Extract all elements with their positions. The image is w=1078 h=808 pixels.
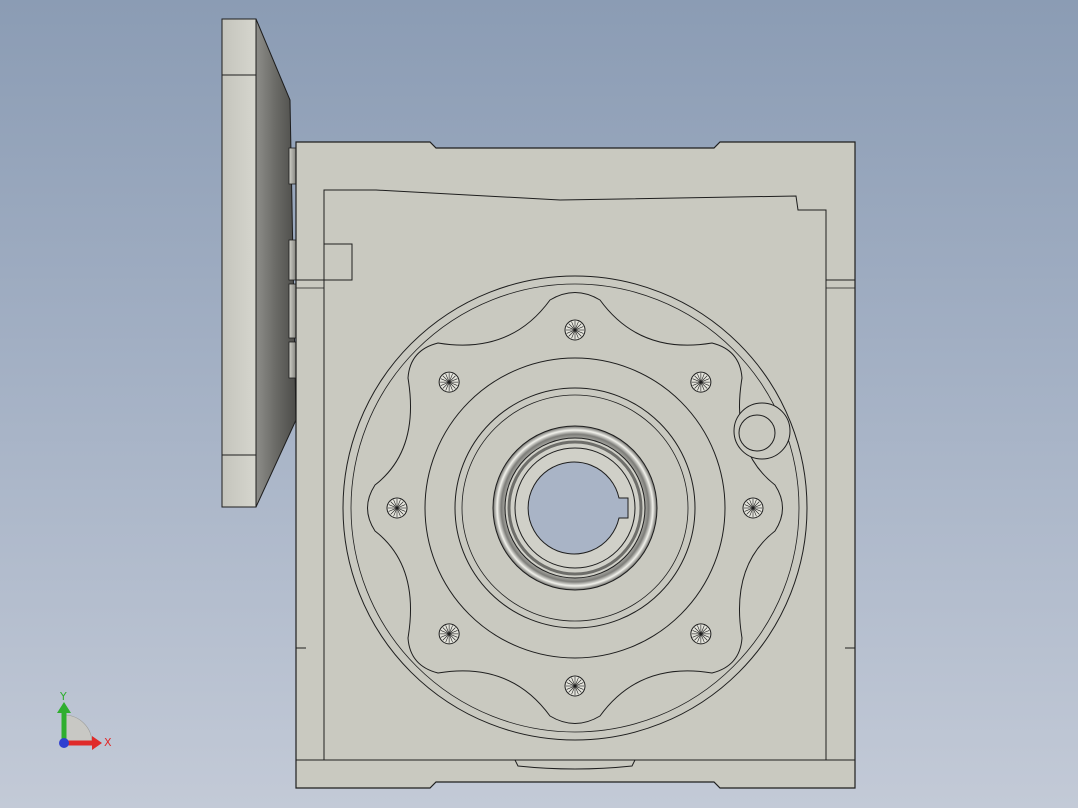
bolt-hole bbox=[690, 623, 712, 645]
bolt-hole bbox=[438, 371, 460, 393]
x-axis-label: X bbox=[104, 736, 112, 749]
bolt-hole bbox=[742, 497, 764, 519]
bolt-hole bbox=[690, 371, 712, 393]
bolt-hole bbox=[564, 675, 586, 697]
bolt-hole bbox=[386, 497, 408, 519]
coordinate-axes-icon[interactable]: Y X bbox=[57, 690, 112, 750]
gear-reducer-model[interactable]: Y X bbox=[0, 0, 1078, 808]
cad-graphics-viewport[interactable]: Y X bbox=[0, 0, 1078, 808]
motor-flange bbox=[221, 18, 300, 508]
bolt-hole bbox=[438, 623, 460, 645]
z-axis-dot bbox=[59, 738, 69, 748]
bolt-hole bbox=[564, 319, 586, 341]
y-axis-label: Y bbox=[59, 690, 67, 703]
output-flange-face bbox=[342, 275, 808, 741]
